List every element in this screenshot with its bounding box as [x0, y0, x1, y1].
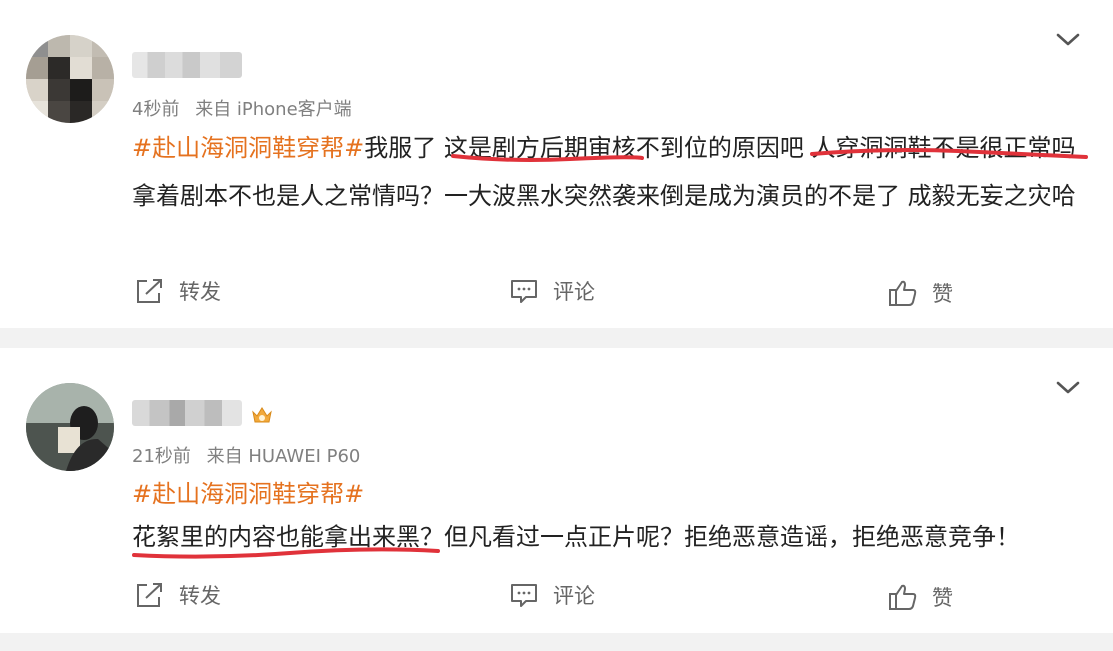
- comment-label: 评论: [553, 280, 595, 304]
- repost-button[interactable]: 转发: [135, 580, 221, 610]
- post-time: 21秒前: [132, 446, 191, 467]
- post-text: #赴山海洞洞鞋穿帮#我服了 这是剧方后期审核不到位的原因吧 人穿洞洞鞋不是很正常…: [132, 124, 1082, 220]
- comment-button[interactable]: 评论: [509, 580, 595, 610]
- chevron-down-icon[interactable]: [1055, 378, 1081, 398]
- repost-label: 转发: [179, 280, 221, 304]
- like-button[interactable]: 赞: [888, 278, 953, 308]
- like-button[interactable]: 赞: [888, 582, 953, 612]
- thumbs-up-icon: [889, 584, 917, 610]
- repost-button[interactable]: 转发: [135, 276, 221, 306]
- post-card: 4秒前 来自 iPhone客户端 #赴山海洞洞鞋穿帮#我服了 这是剧方后期审核不…: [0, 0, 1113, 328]
- post-body: 花絮里的内容也能拿出来黑？但凡看过一点正片呢？拒绝恶意造谣，拒绝恶意竞争！: [132, 523, 1020, 551]
- share-icon: [137, 583, 162, 607]
- username-blurred[interactable]: [132, 400, 242, 426]
- comment-button[interactable]: 评论: [509, 276, 595, 306]
- crown-icon: [252, 407, 272, 423]
- share-icon: [137, 279, 162, 303]
- comment-icon: [511, 280, 537, 303]
- post-text: 花絮里的内容也能拿出来黑？但凡看过一点正片呢？拒绝恶意造谣，拒绝恶意竞争！: [132, 515, 1082, 559]
- avatar[interactable]: [26, 35, 114, 123]
- post-meta: 21秒前 来自 HUAWEI P60: [132, 442, 360, 468]
- like-label: 赞: [932, 282, 953, 306]
- avatar[interactable]: [26, 383, 114, 471]
- post-source: 来自 HUAWEI P60: [206, 446, 361, 467]
- hashtag-link[interactable]: #赴山海洞洞鞋穿帮#: [132, 134, 364, 162]
- post-hashtag-line: #赴山海洞洞鞋穿帮#: [132, 472, 364, 516]
- comment-label: 评论: [553, 584, 595, 608]
- hashtag-link[interactable]: #赴山海洞洞鞋穿帮#: [132, 480, 364, 508]
- repost-label: 转发: [179, 584, 221, 608]
- comment-icon: [511, 584, 537, 607]
- post-card: 21秒前 来自 HUAWEI P60 #赴山海洞洞鞋穿帮# 花絮里的内容也能拿出…: [0, 348, 1113, 633]
- chevron-down-icon[interactable]: [1055, 30, 1081, 50]
- thumbs-up-icon: [889, 280, 917, 306]
- like-label: 赞: [932, 586, 953, 610]
- post-time: 4秒前: [132, 99, 180, 120]
- action-bar: 转发 评论 赞: [0, 276, 1113, 316]
- post-source: 来自 iPhone客户端: [195, 99, 352, 120]
- username-blurred[interactable]: [132, 52, 242, 78]
- post-meta: 4秒前 来自 iPhone客户端: [132, 95, 352, 121]
- action-bar: 转发 评论 赞: [0, 580, 1113, 620]
